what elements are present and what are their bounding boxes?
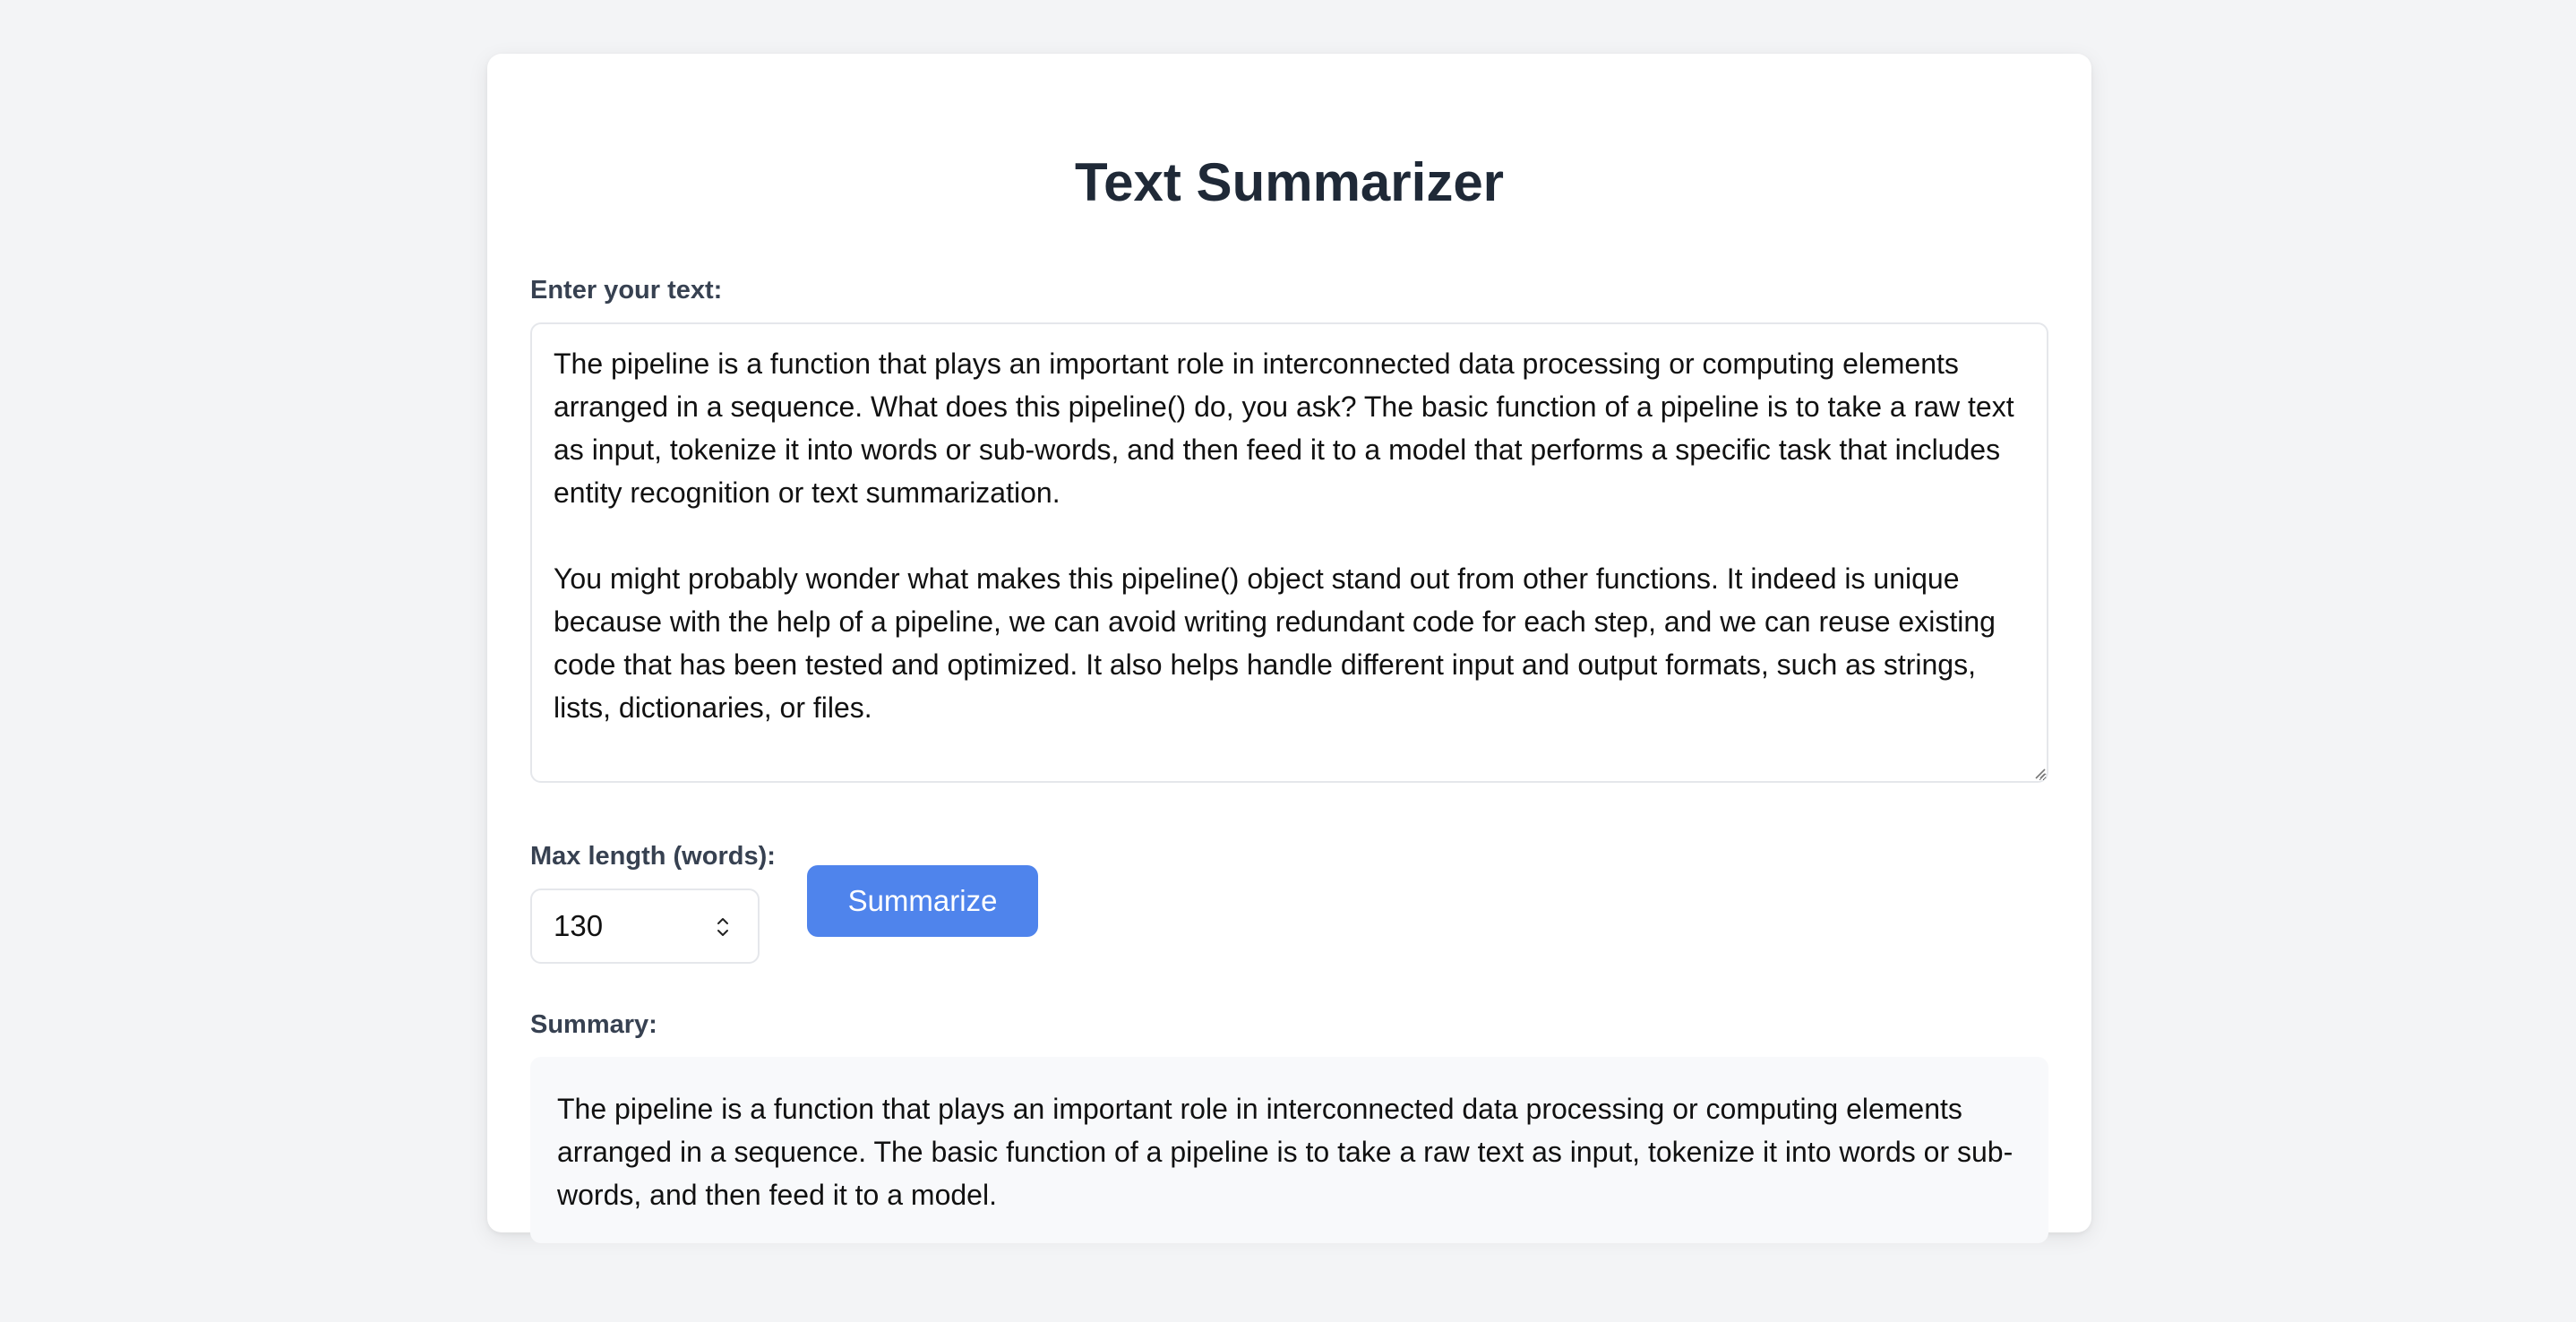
- resize-handle-icon[interactable]: [2033, 767, 2046, 779]
- max-length-input[interactable]: 130: [530, 888, 760, 964]
- text-input[interactable]: The pipeline is a function that plays an…: [530, 322, 2048, 783]
- page-title: Text Summarizer: [1074, 152, 1505, 212]
- summarizer-card: Text Summarizer Enter your text: The pip…: [487, 54, 2091, 1243]
- text-input-label: Enter your text:: [530, 276, 723, 305]
- max-length-label: Max length (words):: [530, 842, 776, 871]
- max-length-value[interactable]: 130: [554, 908, 603, 944]
- up-down-spinner-icon[interactable]: [712, 912, 734, 942]
- summary-label: Summary:: [530, 1010, 657, 1039]
- summary-output: The pipeline is a function that plays an…: [530, 1057, 2048, 1243]
- summarize-button[interactable]: Summarize: [807, 865, 1038, 937]
